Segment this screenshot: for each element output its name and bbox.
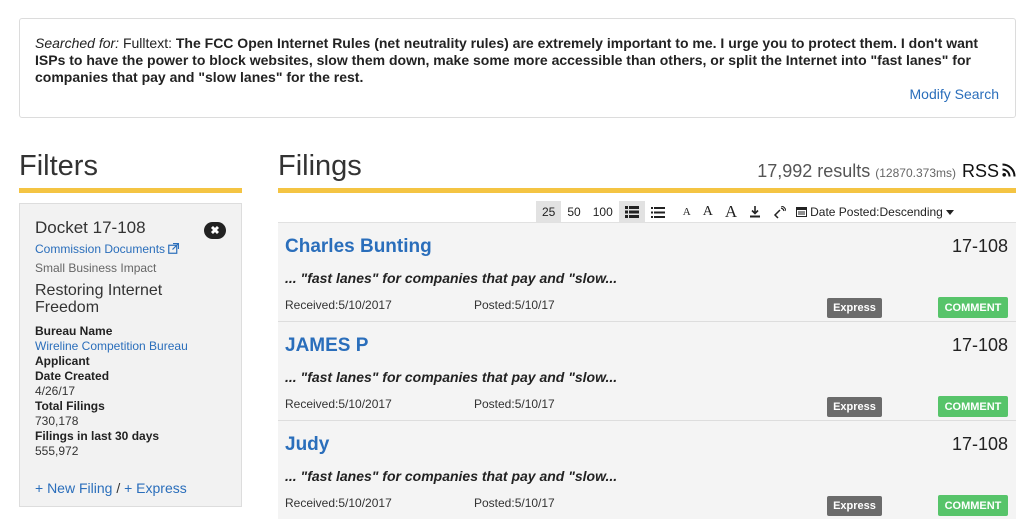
total-filings-value: 730,178 — [35, 414, 79, 428]
results-toolbar: 25 50 100 A A A Date Posted:Descending — [536, 201, 954, 223]
font-large-button[interactable]: A — [719, 201, 743, 223]
rss-icon[interactable] — [1002, 161, 1016, 177]
list-view-icon[interactable] — [645, 201, 671, 223]
filing-actions: + New Filing / + Express — [35, 480, 187, 496]
express-badge: Express — [827, 397, 882, 417]
filings-heading: Filings — [278, 150, 362, 182]
bureau-name-link[interactable]: Wireline Competition Bureau — [35, 339, 188, 353]
text-to-speech-icon[interactable] — [767, 201, 792, 223]
filing-excerpt: ... "fast lanes" for companies that pay … — [285, 468, 618, 484]
page-size-100[interactable]: 100 — [587, 201, 619, 223]
filing-row: Judy 17-108 ... "fast lanes" for compani… — [278, 420, 1016, 519]
page-size-25[interactable]: 25 — [536, 201, 562, 223]
filing-row: Charles Bunting 17-108 ... "fast lanes" … — [278, 222, 1016, 321]
proceeding-name: Restoring Internet Freedom — [35, 282, 163, 316]
download-icon[interactable] — [743, 201, 767, 223]
filing-row: JAMES P 17-108 ... "fast lanes" for comp… — [278, 321, 1016, 420]
express-badge: Express — [827, 298, 882, 318]
search-type: Fulltext: — [122, 35, 172, 51]
search-summary: Searched for: Fulltext: The FCC Open Int… — [19, 18, 1016, 118]
new-filing-link[interactable]: + New Filing — [35, 480, 112, 496]
modify-search-link[interactable]: Modify Search — [910, 86, 999, 102]
font-small-button[interactable]: A — [677, 201, 697, 223]
remove-filter-button[interactable]: ✖ — [204, 222, 226, 239]
date-created-label: Date Created — [35, 369, 110, 383]
filer-name-link[interactable]: Charles Bunting — [285, 236, 432, 258]
filing-excerpt: ... "fast lanes" for companies that pay … — [285, 270, 618, 286]
received-date: Received:5/10/2017 — [285, 397, 392, 411]
date-created-value: 4/26/17 — [35, 384, 76, 398]
detail-view-icon[interactable] — [618, 201, 645, 223]
filer-name-link[interactable]: JAMES P — [285, 335, 368, 357]
posted-date: Posted:5/10/17 — [474, 397, 555, 411]
caret-down-icon — [945, 209, 954, 215]
filer-name-link[interactable]: Judy — [285, 434, 329, 456]
bureau-name-label: Bureau Name — [35, 324, 113, 338]
last30-value: 555,972 — [35, 444, 79, 458]
express-filing-link[interactable]: + Express — [124, 480, 187, 496]
filters-heading: Filters — [19, 150, 98, 182]
external-link-icon — [168, 242, 180, 254]
posted-date: Posted:5/10/17 — [474, 298, 555, 312]
results-count: 17,992 results — [757, 161, 871, 181]
close-icon: ✖ — [210, 225, 220, 237]
rss-link[interactable]: RSS — [962, 161, 999, 182]
total-filings-label: Total Filings — [35, 399, 105, 413]
searched-for-label: Searched for: — [35, 35, 120, 51]
comment-badge: COMMENT — [938, 396, 1008, 417]
filing-docket-number: 17-108 — [951, 335, 1008, 355]
search-query-text: Searched for: Fulltext: The FCC Open Int… — [35, 35, 995, 86]
sort-dropdown[interactable]: Date Posted:Descending — [796, 205, 954, 219]
filing-excerpt: ... "fast lanes" for companies that pay … — [285, 369, 618, 385]
applicant-label: Applicant — [35, 354, 90, 368]
docket-title: Docket 17-108 — [35, 218, 146, 237]
filing-list: Charles Bunting 17-108 ... "fast lanes" … — [278, 222, 1016, 519]
sort-label: Date Posted:Descending — [810, 205, 943, 219]
filings-heading-underline — [278, 188, 1016, 193]
posted-date: Posted:5/10/17 — [474, 496, 555, 510]
comment-badge: COMMENT — [938, 297, 1008, 318]
filing-docket-number: 17-108 — [951, 236, 1008, 256]
font-medium-button[interactable]: A — [697, 201, 719, 223]
express-badge: Express — [827, 496, 882, 516]
docket-filter-panel: Docket 17-108 ✖ Commission Documents Sma… — [19, 203, 242, 507]
results-summary: 17,992 results (12870.373ms) RSS — [757, 161, 1016, 182]
results-time: (12870.373ms) — [875, 166, 956, 180]
received-date: Received:5/10/2017 — [285, 298, 392, 312]
filing-docket-number: 17-108 — [951, 434, 1008, 454]
received-date: Received:5/10/2017 — [285, 496, 392, 510]
last30-label: Filings in last 30 days — [35, 429, 160, 443]
filters-heading-underline — [19, 188, 242, 193]
page-size-50[interactable]: 50 — [561, 201, 586, 223]
search-query: The FCC Open Internet Rules (net neutral… — [35, 35, 979, 85]
small-business-impact: Small Business Impact — [35, 261, 157, 275]
calendar-icon — [796, 207, 808, 217]
commission-documents-link[interactable]: Commission Documents — [35, 242, 226, 256]
actions-separator: / — [116, 480, 121, 496]
comment-badge: COMMENT — [938, 495, 1008, 516]
